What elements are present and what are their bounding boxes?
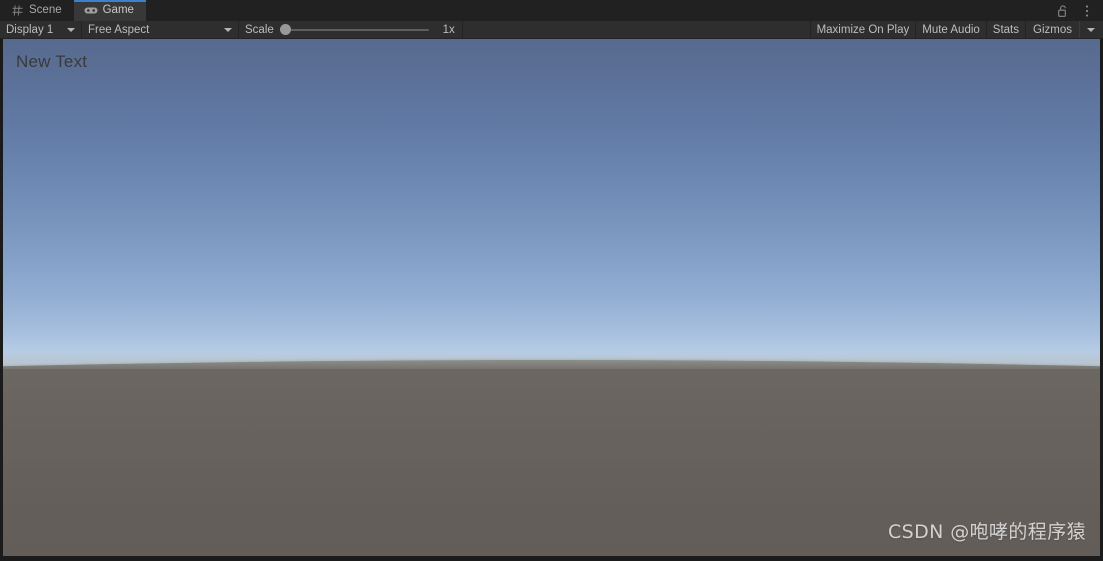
scale-slider[interactable]: [279, 24, 429, 36]
mute-audio-label: Mute Audio: [922, 23, 980, 36]
tab-scene-label: Scene: [29, 3, 62, 16]
gizmos-label-text: Gizmos: [1033, 23, 1072, 36]
kebab-menu-icon[interactable]: [1080, 4, 1094, 18]
game-render-surface[interactable]: New Text CSDN @咆哮的程序猿: [3, 39, 1100, 556]
stats-label: Stats: [992, 23, 1020, 36]
display-dropdown-label: Display 1: [6, 23, 54, 36]
lock-open-icon[interactable]: [1056, 4, 1070, 18]
tab-scene[interactable]: Scene: [0, 0, 74, 21]
tab-game-label: Game: [102, 3, 134, 16]
scale-label: Scale: [245, 23, 274, 36]
toolbar-right-group: Maximize On Play Mute Audio Stats Gizmos: [811, 21, 1103, 38]
scale-control-group: Scale 1x: [239, 21, 463, 38]
stats-button[interactable]: Stats: [987, 21, 1027, 38]
unity-game-view-window: Scene Game Display 1 Free Aspect Scale 1…: [0, 0, 1103, 561]
aspect-ratio-dropdown[interactable]: Free Aspect: [82, 21, 239, 38]
scale-slider-track: [279, 28, 429, 31]
tab-bar-controls: [1056, 0, 1103, 21]
display-dropdown[interactable]: Display 1: [0, 21, 82, 38]
maximize-on-play-button[interactable]: Maximize On Play: [811, 21, 917, 38]
toolbar-spacer: [463, 21, 811, 38]
tab-game[interactable]: Game: [73, 0, 147, 21]
gizmos-dropdown-button[interactable]: [1080, 21, 1103, 38]
scale-value: 1x: [442, 23, 455, 36]
aspect-ratio-label: Free Aspect: [88, 23, 150, 36]
game-viewport[interactable]: New Text CSDN @咆哮的程序猿: [0, 39, 1103, 561]
gamepad-icon: [84, 4, 98, 17]
mute-audio-button[interactable]: Mute Audio: [916, 21, 987, 38]
gizmos-button[interactable]: Gizmos: [1026, 21, 1080, 38]
game-view-toolbar: Display 1 Free Aspect Scale 1x Maximize …: [0, 21, 1103, 39]
grid-icon: [10, 4, 24, 17]
csdn-watermark: CSDN @咆哮的程序猿: [887, 521, 1086, 543]
tab-bar: Scene Game: [0, 0, 1103, 21]
gizmos-control-group: Gizmos: [1026, 21, 1103, 38]
scale-slider-handle[interactable]: [279, 24, 291, 35]
maximize-on-play-label: Maximize On Play: [816, 23, 910, 36]
chevron-down-icon: [67, 27, 75, 32]
tab-bar-spacer: [146, 0, 1056, 21]
chevron-down-icon: [1087, 27, 1095, 32]
ui-text-new-text: New Text: [16, 52, 88, 71]
chevron-down-icon: [224, 27, 232, 32]
